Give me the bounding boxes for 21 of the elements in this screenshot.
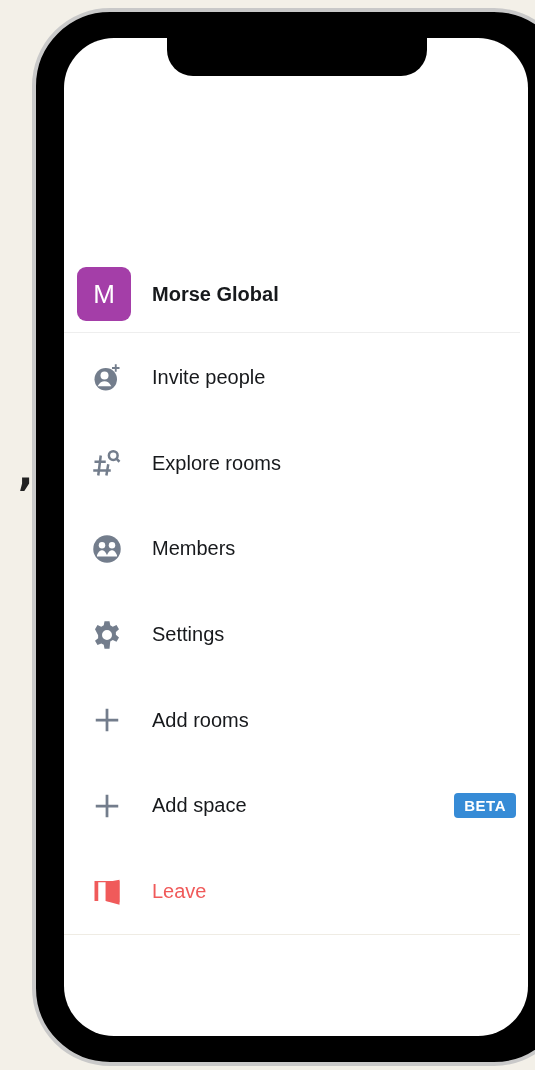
menu-label: Settings	[152, 623, 225, 647]
menu-item[interactable]: Settings	[64, 591, 520, 678]
menu-label: Members	[152, 537, 236, 561]
people-icon	[92, 534, 122, 564]
menu-item[interactable]: Add space BETA	[64, 762, 520, 849]
menu-label: Leave	[152, 879, 207, 903]
text-fragment: ,	[18, 448, 34, 494]
space-name: Morse Global	[152, 282, 279, 306]
menu-item[interactable]: Invite people	[64, 335, 520, 421]
beta-badge: BETA	[454, 793, 516, 819]
hash-search-icon	[92, 448, 122, 479]
menu-label: Add rooms	[152, 708, 249, 732]
menu-item[interactable]: Members	[64, 506, 520, 592]
person-plus-icon	[92, 362, 122, 393]
space-avatar: M	[77, 267, 131, 321]
menu-label: Invite people	[152, 366, 266, 390]
settings-icon	[92, 619, 122, 650]
menu-item[interactable]: Explore rooms	[64, 420, 520, 507]
menu-item[interactable]: Add rooms	[64, 677, 520, 763]
menu-label: Explore rooms	[152, 451, 281, 475]
menu-label: Add space	[152, 794, 247, 818]
